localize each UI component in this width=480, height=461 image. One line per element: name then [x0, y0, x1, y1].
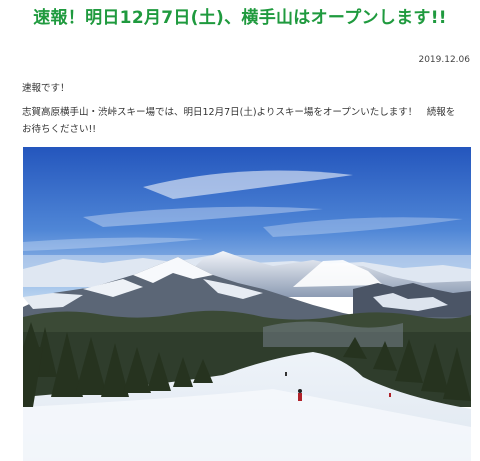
- article-title: 速報！明日12月7日(土)、横手山はオープンします!!: [33, 8, 447, 28]
- article-body: 志賀高原横手山・渋峠スキー場では、明日12月7日(土)よりスキー場をオープンいた…: [22, 107, 456, 135]
- post-date: 2019.12.06: [418, 55, 470, 65]
- lead-text: 速報です！: [22, 83, 70, 94]
- ski-slope-photo: [23, 147, 471, 461]
